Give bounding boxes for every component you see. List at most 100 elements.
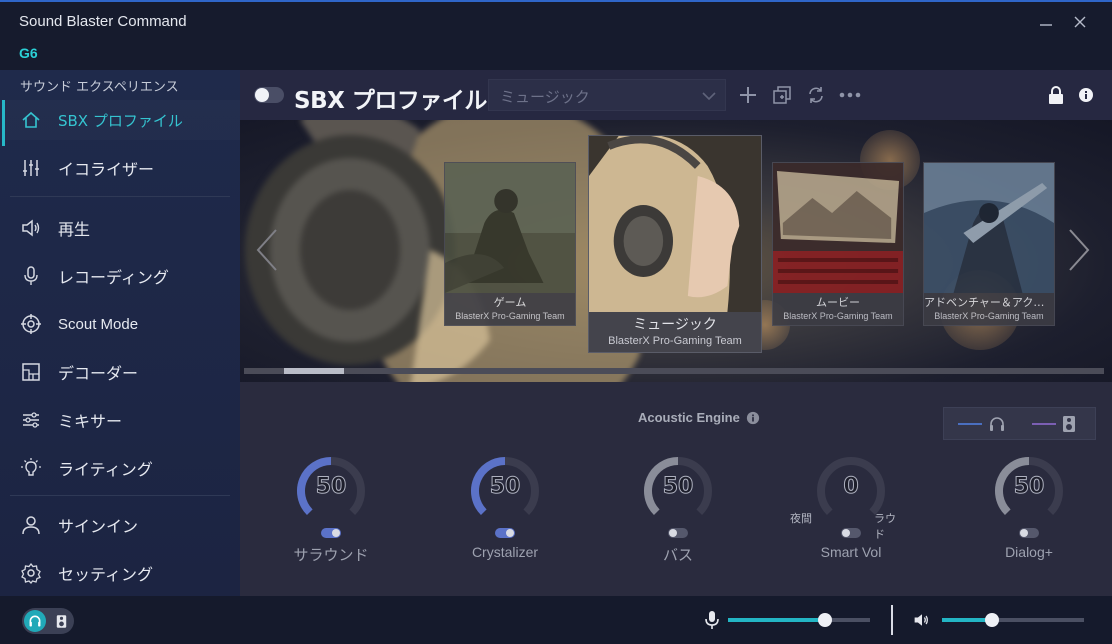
- speaker-volume-slider[interactable]: [942, 613, 1084, 627]
- sidebar-divider: [10, 495, 230, 496]
- speaker-box-icon: [52, 612, 70, 630]
- lock-button[interactable]: [1044, 83, 1068, 107]
- sync-icon: [809, 87, 823, 103]
- footer-divider: [891, 605, 893, 635]
- profile-select[interactable]: ミュージック: [488, 79, 726, 111]
- knob-value: 50: [662, 474, 694, 500]
- close-button[interactable]: [1066, 10, 1094, 34]
- music-woman-headphones-image: [589, 136, 761, 312]
- speaker-volume-thumb[interactable]: [984, 613, 999, 627]
- knob-label: Smart Vol: [820, 544, 882, 560]
- close-icon: [1074, 16, 1086, 28]
- main-panel: SBX プロファイル ミュージック ゲーム BlasterX Pro-Gamin…: [240, 70, 1112, 596]
- knob-smart-vol[interactable]: 夜間 ラウド 0 Smart Vol: [790, 456, 906, 576]
- mic-volume-slider[interactable]: [728, 613, 870, 627]
- sidebar-divider: [10, 196, 230, 197]
- profile-card-adventure[interactable]: アドベンチャー＆アクション BlasterX Pro-Gaming Team: [923, 162, 1055, 326]
- knob-dialog-plus[interactable]: 50 Dialog+: [974, 456, 1084, 576]
- chevron-down-icon: [702, 92, 716, 101]
- sidebar-section-label: サウンド エクスペリエンス: [20, 80, 179, 95]
- sidebar-item-sbx-profile[interactable]: SBX プロファイル: [0, 100, 240, 146]
- profile-card-game[interactable]: ゲーム BlasterX Pro-Gaming Team: [444, 162, 576, 326]
- lock-icon: [1049, 86, 1063, 104]
- output-mode-toggle[interactable]: [22, 608, 74, 634]
- device-name: G6: [19, 45, 38, 61]
- knob-surround[interactable]: 50 サラウンド: [276, 456, 386, 576]
- knob-enable-toggle[interactable]: [1019, 528, 1039, 538]
- profile-card-movie[interactable]: ムービー BlasterX Pro-Gaming Team: [772, 162, 904, 326]
- profile-card-music[interactable]: ミュージック BlasterX Pro-Gaming Team: [588, 135, 762, 353]
- mic-volume-fill: [728, 618, 825, 622]
- sidebar-item-equalizer[interactable]: イコライザー: [0, 148, 240, 188]
- duplicate-profile-button[interactable]: [770, 83, 794, 107]
- sidebar-item-sign-in[interactable]: サインイン: [0, 505, 240, 545]
- sidebar-item-label: ミキサー: [58, 412, 123, 431]
- reset-profile-button[interactable]: [804, 83, 828, 107]
- equalizer-icon: [20, 157, 42, 179]
- knob-value: 0: [843, 474, 859, 500]
- sidebar-item-label: 再生: [58, 220, 91, 239]
- carousel-next-button[interactable]: [1066, 228, 1092, 272]
- sidebar-item-mixer[interactable]: ミキサー: [0, 400, 240, 440]
- info-icon: [1079, 88, 1093, 102]
- speaker-line: [1032, 423, 1056, 425]
- movie-theater-image: [773, 163, 903, 293]
- app-window: Sound Blaster Command G6 サウンド エクスペリエンス S…: [0, 2, 1112, 644]
- output-mode-switch[interactable]: [943, 407, 1096, 440]
- more-options-button[interactable]: [838, 83, 862, 107]
- sidebar-item-lighting[interactable]: ライティング: [0, 448, 240, 488]
- carousel-scrollbar[interactable]: [244, 368, 1104, 374]
- sidebar-item-recording[interactable]: レコーディング: [0, 256, 240, 296]
- profile-select-value: ミュージック: [500, 88, 590, 106]
- headphone-line: [958, 423, 982, 425]
- sidebar: サウンド エクスペリエンス SBX プロファイル イコライザー 再生 レコーディ…: [0, 70, 240, 596]
- knob-enable-toggle[interactable]: [841, 528, 861, 538]
- sidebar-item-label: ライティング: [58, 460, 153, 479]
- knob-value: 50: [1013, 474, 1045, 500]
- acoustic-engine-title: Acoustic Engine: [638, 410, 740, 425]
- page-title: SBX プロファイル: [294, 88, 487, 114]
- sidebar-item-label: デコーダー: [58, 364, 139, 383]
- background-headphones-image: [245, 120, 640, 382]
- sidebar-item-decoder[interactable]: デコーダー: [0, 352, 240, 392]
- minimize-icon: [1040, 24, 1052, 26]
- sidebar-item-label: セッティング: [58, 565, 154, 584]
- headphones-icon: [990, 417, 1004, 431]
- mixer-icon: [20, 409, 42, 431]
- gear-icon: [20, 562, 42, 584]
- knob-label: Dialog+: [1005, 544, 1053, 560]
- carousel-prev-button[interactable]: [254, 228, 280, 272]
- microphone-icon: [702, 610, 722, 630]
- acoustic-engine-panel: Acoustic Engine 50 サラウンド 50 Crystalizer 50…: [240, 382, 1112, 596]
- knob-enable-toggle[interactable]: [321, 528, 341, 538]
- minimize-button[interactable]: [1032, 10, 1060, 34]
- speaker-box-icon: [1063, 416, 1075, 432]
- sidebar-item-label: SBX プロファイル: [58, 111, 183, 130]
- knob-enable-toggle[interactable]: [495, 528, 515, 538]
- knob-enable-toggle[interactable]: [668, 528, 688, 538]
- sidebar-item-playback[interactable]: 再生: [0, 208, 240, 248]
- crosshair-icon: [20, 313, 42, 335]
- knob-crystalizer[interactable]: 50 Crystalizer: [450, 456, 560, 576]
- knob-bass[interactable]: 50 バス: [623, 456, 733, 576]
- mic-volume-thumb[interactable]: [817, 613, 832, 627]
- card-name: ミュージック: [633, 317, 717, 333]
- game-soldiers-image: [445, 163, 575, 293]
- info-button[interactable]: [1074, 83, 1098, 107]
- profile-carousel: ゲーム BlasterX Pro-Gaming Team ミュージック Blas…: [240, 120, 1112, 382]
- carousel-scroll-thumb[interactable]: [284, 368, 344, 374]
- sidebar-item-label: イコライザー: [58, 160, 155, 179]
- home-icon: [20, 109, 42, 131]
- title-bar: Sound Blaster Command G6: [0, 2, 1112, 70]
- smart-vol-night-label: 夜間: [790, 512, 812, 525]
- add-profile-button[interactable]: [736, 83, 760, 107]
- more-icon: [839, 92, 861, 98]
- sidebar-item-scout-mode[interactable]: Scout Mode: [0, 304, 240, 344]
- speaker-icon: [20, 217, 42, 239]
- footer-bar: [0, 596, 1112, 644]
- sidebar-item-settings[interactable]: セッティング: [0, 553, 240, 593]
- user-icon: [20, 514, 42, 536]
- knob-value: 50: [489, 474, 521, 500]
- info-icon[interactable]: [746, 411, 760, 425]
- sbx-toggle[interactable]: [254, 87, 284, 103]
